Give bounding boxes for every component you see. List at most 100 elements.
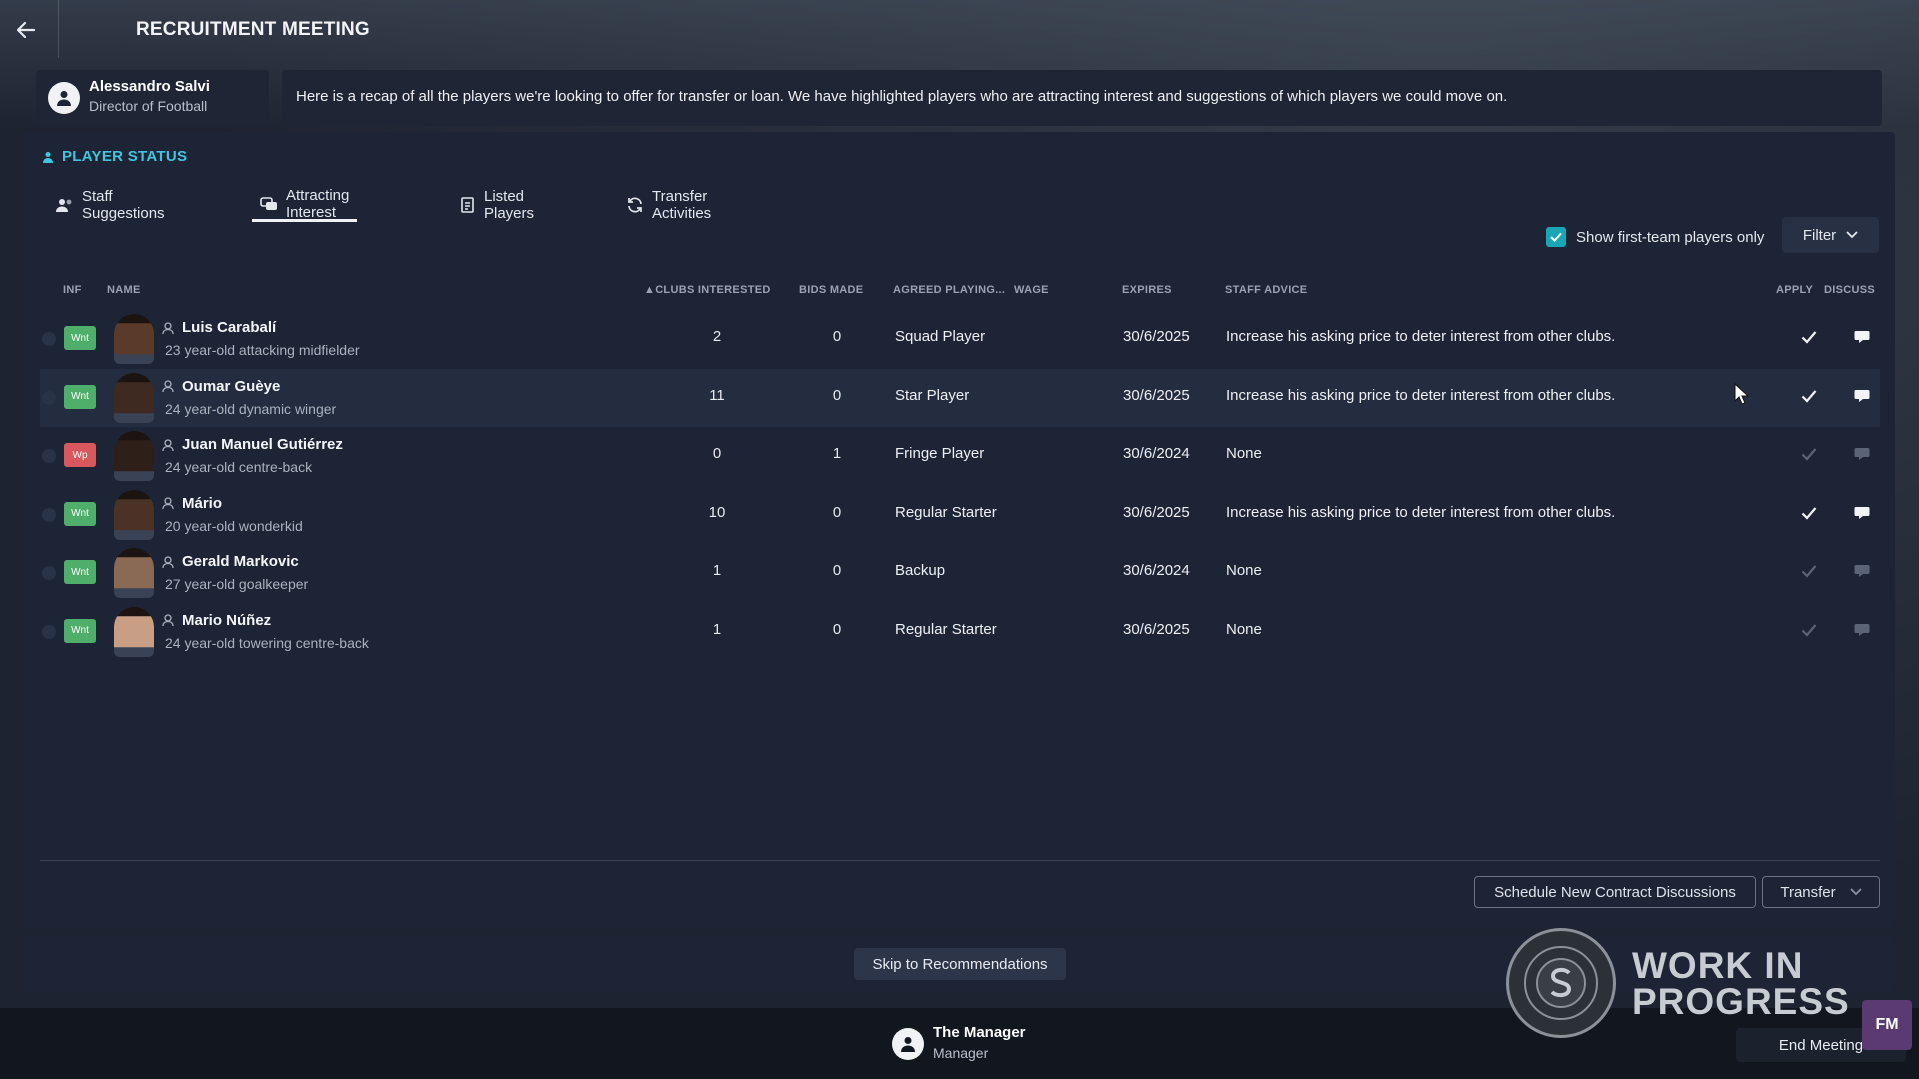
apply-button[interactable] [1797, 325, 1821, 349]
player-description: 24 year-old dynamic winger [165, 400, 337, 417]
discuss-button[interactable] [1850, 559, 1874, 583]
tab-listed-players[interactable]: Listed Players [452, 188, 544, 222]
player-name-label: Mario Núñez [182, 611, 272, 629]
player-description: 24 year-old centre-back [165, 459, 313, 475]
first-team-toggle[interactable]: Show first-team players only [1546, 224, 1764, 250]
player-name[interactable]: Oumar Guèye [162, 378, 280, 395]
discuss-button[interactable] [1850, 442, 1874, 466]
col-clubs-interested[interactable]: ▲CLUBS INTERESTED [644, 284, 771, 296]
clubs-interested-value: 11 [709, 386, 725, 404]
transfer-dropdown[interactable]: Transfer [1762, 876, 1880, 908]
panel-title-label: PLAYER STATUS [62, 148, 188, 165]
expires-value: 30/6/2025 [1123, 620, 1190, 638]
speech-bubble-icon [1854, 506, 1870, 519]
wip-text: WORK IN PROGRESS [1632, 947, 1850, 1022]
tab-label: Transfer Activities [652, 188, 712, 222]
col-agreed-playing[interactable]: AGREED PLAYING... [893, 284, 1005, 296]
table-row[interactable]: Wnt Mario Núñez 24 year-old towering cen… [40, 603, 1880, 661]
player-icon [162, 380, 174, 392]
player-name[interactable]: Luis Carabalí [162, 319, 276, 336]
staff-advice-value: Increase his asking price to deter inter… [1226, 503, 1616, 521]
skip-to-recommendations-button[interactable]: Skip to Recommendations [854, 948, 1066, 980]
table-row[interactable]: Wnt Gerald Markovic 27 year-old goalkeep… [40, 544, 1880, 602]
player-name[interactable]: Juan Manuel Gutiérrez [162, 436, 343, 453]
player-face-image [114, 431, 154, 481]
discuss-button[interactable] [1850, 618, 1874, 642]
schedule-contract-button[interactable]: Schedule New Contract Discussions [1474, 876, 1756, 908]
sort-up-icon: ▲ [644, 284, 656, 296]
row-select-radio[interactable] [42, 390, 56, 405]
manager-role: Manager [933, 1045, 989, 1061]
bids-made-value: 1 [832, 445, 842, 462]
wip-line: PROGRESS [1632, 981, 1850, 1022]
person-icon [43, 151, 53, 163]
speech-bubble-icon [1854, 565, 1870, 577]
col-expires[interactable]: EXPIRES [1122, 284, 1172, 296]
expires-value: 30/6/2025 [1123, 328, 1190, 345]
discuss-button[interactable] [1850, 501, 1874, 525]
apply-button[interactable] [1797, 384, 1821, 408]
clubs-interested-value: 1 [712, 620, 722, 638]
bids-made-value: 0 [832, 328, 842, 345]
table-row[interactable]: Wnt Oumar Guèye 24 year-old dynamic wing… [40, 368, 1880, 427]
back-arrow-icon [16, 21, 36, 39]
status-badge: Wnt [64, 326, 96, 350]
row-select-radio[interactable] [42, 449, 56, 463]
player-name[interactable]: Mário [162, 495, 222, 512]
player-description: 20 year-old wonderkid [165, 517, 303, 534]
col-staff-advice[interactable]: STAFF ADVICE [1225, 284, 1307, 296]
row-select-radio[interactable] [42, 332, 56, 346]
tab-transfer-activities[interactable]: Transfer Activities [618, 188, 719, 222]
filter-dropdown[interactable]: Filter [1782, 217, 1879, 253]
chevron-down-icon [1850, 888, 1862, 896]
apply-button[interactable] [1797, 501, 1821, 525]
person-icon [57, 91, 71, 106]
checkbox[interactable] [1546, 227, 1566, 247]
apply-button[interactable] [1797, 618, 1821, 642]
col-inf[interactable]: INF [63, 284, 82, 296]
player-icon [162, 614, 174, 626]
row-select-radio[interactable] [42, 566, 56, 580]
check-icon [1801, 623, 1817, 637]
table-row[interactable]: Wp Juan Manuel Gutiérrez 24 year-old cen… [40, 427, 1880, 485]
speech-bubble-icon [1854, 331, 1870, 343]
table-header: INF NAME ▲CLUBS INTERESTED BIDS MADE AGR… [24, 278, 1895, 302]
panel-title: PLAYER STATUS [42, 148, 187, 165]
status-badge: Wp [64, 443, 96, 467]
apply-button[interactable] [1797, 559, 1821, 583]
speech-text: Here is a recap of all the players we're… [296, 88, 1508, 105]
player-icon [162, 555, 174, 568]
player-name[interactable]: Gerald Markovic [162, 553, 299, 570]
table-row[interactable]: Wnt Luis Carabalí 23 year-old attacking … [40, 310, 1880, 368]
tab-staff-suggestions[interactable]: Staff Suggestions [48, 188, 173, 222]
refresh-icon [626, 196, 644, 214]
table-row[interactable]: Wnt Mário 20 year-old wonderkid 10 0 Reg… [40, 486, 1880, 544]
col-name[interactable]: NAME [107, 284, 141, 296]
apply-button[interactable] [1797, 442, 1821, 466]
filter-label: Filter [1802, 226, 1837, 244]
col-wage[interactable]: WAGE [1014, 284, 1049, 296]
discuss-button[interactable] [1850, 325, 1874, 349]
row-select-radio[interactable] [42, 624, 56, 639]
manager-name: The Manager [933, 1024, 1026, 1041]
expires-value: 30/6/2024 [1123, 445, 1190, 462]
divider [58, 0, 59, 58]
col-bids-made[interactable]: BIDS MADE [799, 284, 863, 296]
tab-attracting-interest[interactable]: Attracting Interest [252, 187, 358, 222]
end-meeting-label: End Meeting [1778, 1036, 1864, 1054]
player-name[interactable]: Mario Núñez [162, 612, 271, 629]
schedule-label: Schedule New Contract Discussions [1494, 883, 1736, 901]
interest-icon [260, 195, 278, 213]
back-button[interactable] [8, 12, 44, 48]
discuss-button[interactable] [1850, 384, 1874, 408]
speaker-card[interactable]: Alessandro Salvi Director of Football [36, 70, 269, 126]
row-select-radio[interactable] [42, 507, 56, 522]
col-apply[interactable]: APPLY [1776, 284, 1813, 296]
staff-advice-value: None [1226, 620, 1262, 638]
col-clubs-label: CLUBS INTERESTED [655, 284, 771, 296]
col-discuss[interactable]: DISCUSS [1824, 284, 1875, 296]
player-description: 23 year-old attacking midfielder [165, 342, 360, 358]
fm-badge[interactable]: FM [1862, 1000, 1912, 1050]
agreed-playing-value: Regular Starter [895, 503, 997, 521]
agreed-playing-value: Star Player [895, 386, 970, 404]
